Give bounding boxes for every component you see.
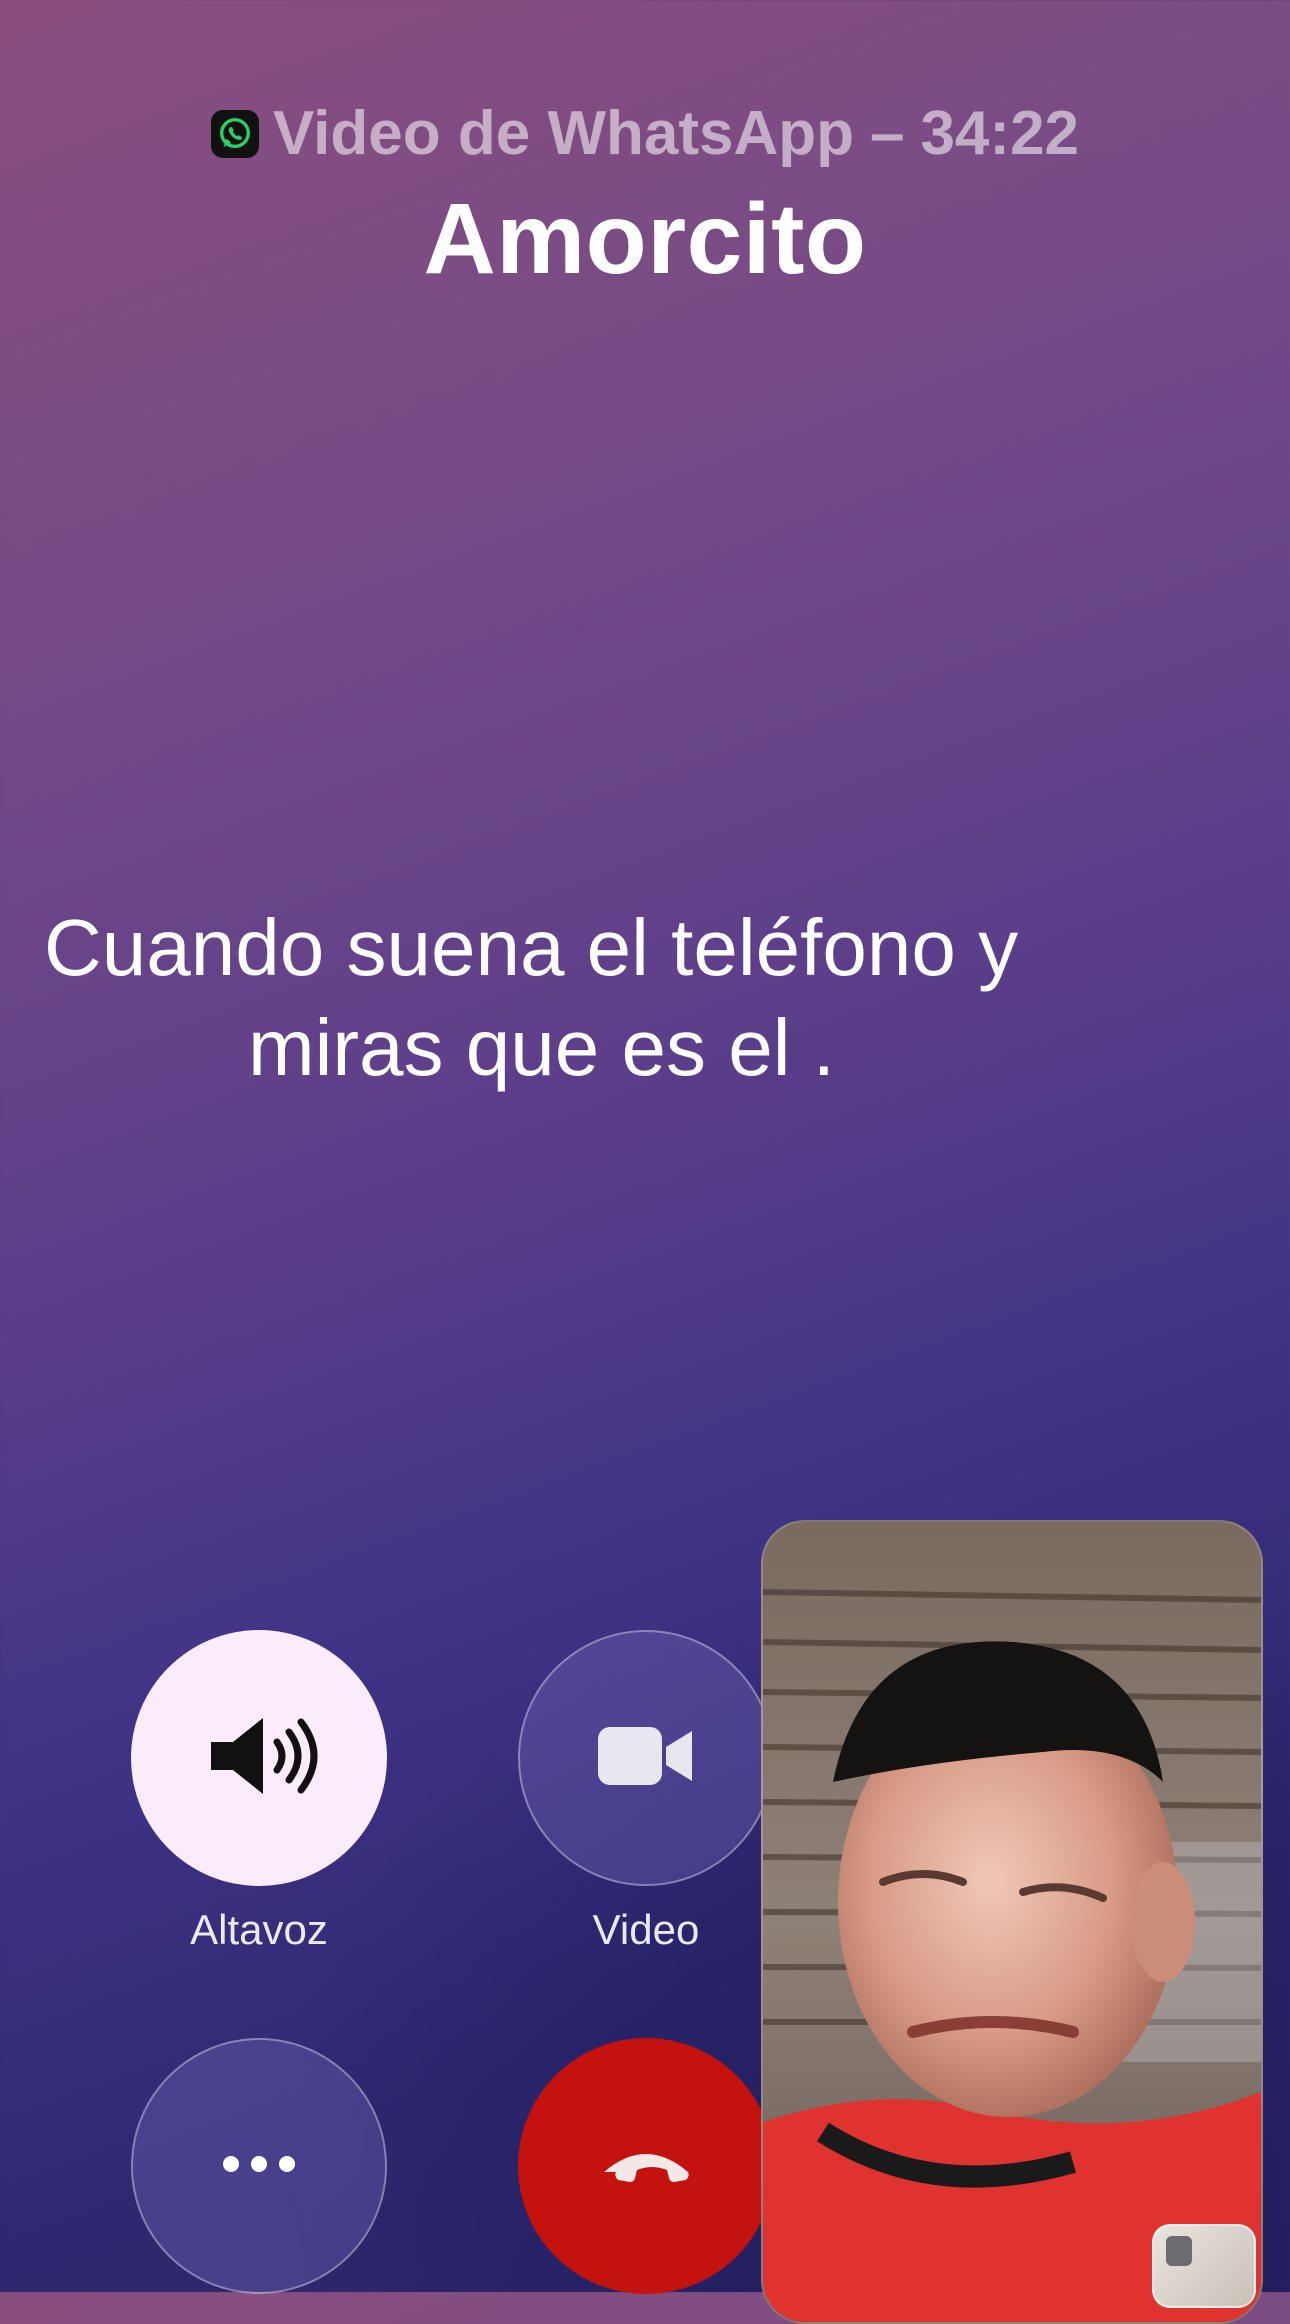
video-camera-icon [596, 1721, 696, 1796]
more-options-button[interactable] [131, 2038, 387, 2294]
call-app-label: Video de WhatsApp [272, 99, 854, 168]
call-separator: – [869, 99, 905, 168]
end-call-button[interactable] [518, 2038, 774, 2294]
phone-hangup-icon [598, 2144, 694, 2189]
contact-name: Amorcito [423, 183, 867, 295]
video-label: Video [592, 1906, 700, 1953]
video-caption: Cuando suena el teléfono y miras que es … [44, 898, 1044, 1098]
mini-thumbnail[interactable] [1152, 2224, 1256, 2308]
whatsapp-icon [210, 109, 259, 158]
speaker-button[interactable] [131, 1630, 387, 1886]
speaker-icon [199, 1706, 319, 1811]
video-button[interactable] [518, 1630, 774, 1886]
speaker-label: Altavoz [190, 1906, 328, 1953]
more-dots-icon [219, 2152, 299, 2181]
self-video-preview[interactable] [761, 1520, 1263, 2324]
preview-image [763, 1522, 1261, 2322]
caption-line-1: Cuando suena el teléfono y [44, 903, 1019, 992]
caption-line-2: miras que es el . [248, 1003, 835, 1092]
call-duration: 34:22 [920, 99, 1080, 168]
call-status-bar: Video de WhatsApp – 34:22 [0, 98, 1290, 169]
